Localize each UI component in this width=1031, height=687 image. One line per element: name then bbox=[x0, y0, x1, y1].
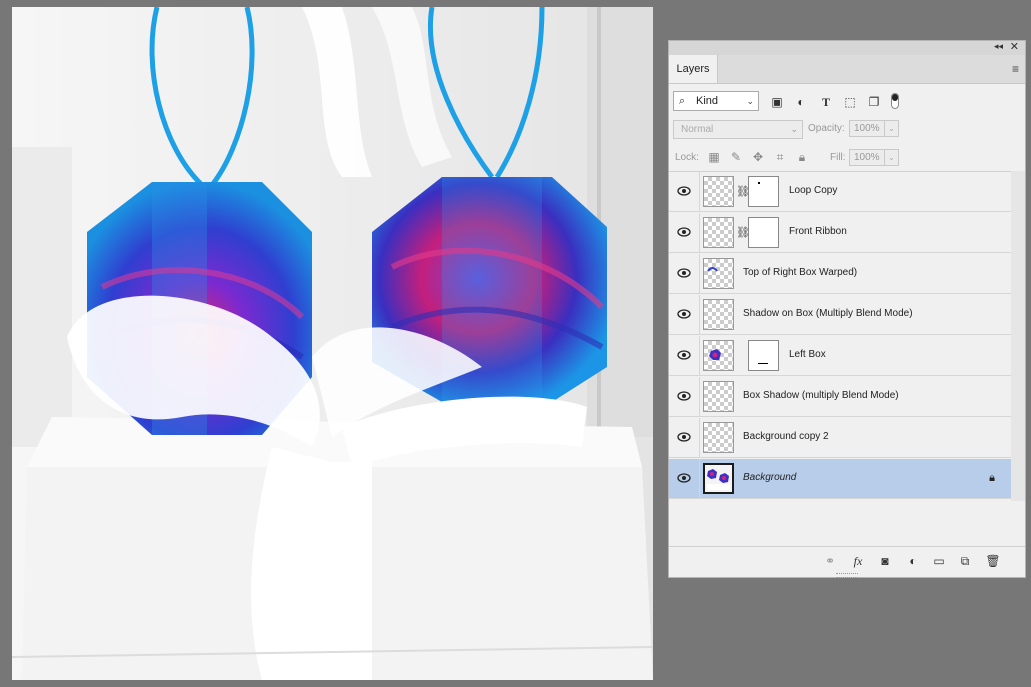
blend-mode-select[interactable]: Normal ⌄ bbox=[673, 120, 803, 139]
shape-filter-icon[interactable]: ⬚ bbox=[842, 95, 858, 109]
layer-thumbnail[interactable] bbox=[703, 258, 734, 289]
layer-row[interactable]: ⛓︎ Loop Copy bbox=[669, 172, 1011, 212]
blend-mode-value: Normal bbox=[681, 124, 714, 135]
layer-row-selected[interactable]: Background 🔒︎ bbox=[669, 459, 1011, 499]
layer-thumbnail[interactable] bbox=[703, 299, 734, 330]
layer-row[interactable]: ⛓︎ Front Ribbon bbox=[669, 213, 1011, 253]
add-mask-icon[interactable]: ◙ bbox=[877, 553, 893, 569]
opacity-input[interactable]: 100% bbox=[849, 120, 885, 137]
lock-transparent-icon[interactable]: ▦ bbox=[707, 150, 721, 164]
search-icon: ⌕ bbox=[679, 95, 686, 107]
filter-toggle[interactable] bbox=[891, 93, 899, 109]
divider bbox=[699, 377, 700, 417]
canvas-image bbox=[12, 7, 653, 680]
divider bbox=[699, 254, 700, 294]
lock-icon: 🔒︎ bbox=[989, 472, 995, 484]
layer-name: Box Shadow (multiply Blend Mode) bbox=[743, 390, 899, 401]
fill-chevron[interactable]: ⌄ bbox=[885, 149, 899, 166]
layers-panel: ◂◂ ✕ Layers ≡ ⌕ Kind ⌄ ▣ ◐ T ⬚ ❐ Normal … bbox=[668, 40, 1026, 578]
smart-object-filter-icon[interactable]: ❐ bbox=[866, 95, 882, 109]
layer-row[interactable]: Left Box bbox=[669, 336, 1011, 376]
divider bbox=[699, 172, 700, 212]
close-icon[interactable]: ✕ bbox=[1010, 40, 1019, 53]
visibility-eye-icon[interactable] bbox=[677, 307, 691, 321]
layer-name: Front Ribbon bbox=[789, 226, 847, 237]
panel-title-bar[interactable]: ◂◂ ✕ bbox=[669, 41, 1025, 56]
visibility-eye-icon[interactable] bbox=[677, 225, 691, 239]
type-filter-icon[interactable]: T bbox=[818, 95, 834, 109]
layer-thumbnail[interactable] bbox=[703, 422, 734, 453]
layer-thumbnail[interactable] bbox=[703, 176, 734, 207]
layer-thumbnail[interactable] bbox=[703, 340, 734, 371]
divider bbox=[699, 336, 700, 376]
layer-thumbnail[interactable] bbox=[703, 463, 734, 494]
layer-row[interactable]: Shadow on Box (Multiply Blend Mode) bbox=[669, 295, 1011, 335]
fill-label: Fill: bbox=[830, 152, 846, 163]
new-group-icon[interactable]: ▭ bbox=[931, 553, 947, 569]
layer-name: Background copy 2 bbox=[743, 431, 829, 442]
lock-image-icon[interactable]: ✎ bbox=[729, 150, 743, 164]
blend-row: Normal ⌄ Opacity: 100% ⌄ bbox=[669, 118, 1025, 140]
visibility-eye-icon[interactable] bbox=[677, 389, 691, 403]
visibility-eye-icon[interactable] bbox=[677, 184, 691, 198]
opacity-chevron[interactable]: ⌄ bbox=[885, 120, 899, 137]
layer-row[interactable]: Background copy 2 bbox=[669, 418, 1011, 458]
lock-label: Lock: bbox=[675, 152, 699, 163]
resize-grip[interactable] bbox=[836, 573, 858, 578]
divider bbox=[699, 459, 700, 499]
lock-all-icon[interactable]: 🔒︎ bbox=[795, 150, 809, 164]
visibility-eye-icon[interactable] bbox=[677, 266, 691, 280]
opacity-label: Opacity: bbox=[808, 123, 845, 134]
layer-list-scrollbar[interactable] bbox=[1011, 171, 1025, 501]
collapse-icon[interactable]: ◂◂ bbox=[994, 41, 1003, 52]
adjustment-filter-icon[interactable]: ◐ bbox=[793, 95, 809, 109]
layer-row[interactable]: Top of Right Box Warped) bbox=[669, 254, 1011, 294]
layer-filter-row: ⌕ Kind ⌄ ▣ ◐ T ⬚ ❐ bbox=[669, 87, 1025, 115]
new-layer-icon[interactable]: ⧉ bbox=[957, 553, 973, 569]
layer-mask-thumbnail[interactable] bbox=[748, 217, 779, 248]
panel-menu-icon[interactable]: ≡ bbox=[1012, 63, 1019, 75]
layer-name: Shadow on Box (Multiply Blend Mode) bbox=[743, 308, 913, 319]
layer-list: ⛓︎ Loop Copy ⛓︎ Front Ribbon Top of Righ… bbox=[669, 171, 1011, 502]
filter-kind-label: Kind bbox=[696, 95, 719, 107]
chevron-down-icon: ⌄ bbox=[790, 124, 798, 134]
layer-row[interactable]: Box Shadow (multiply Blend Mode) bbox=[669, 377, 1011, 417]
lock-row: Lock: ▦ ✎ ✥ ⌗ 🔒︎ Fill: 100% ⌄ bbox=[669, 147, 1025, 169]
layer-mask-thumbnail[interactable] bbox=[748, 340, 779, 371]
layers-footer: ⚭ fx ◙ ◐ ▭ ⧉ 🗑︎ bbox=[669, 546, 1025, 575]
visibility-eye-icon[interactable] bbox=[677, 471, 691, 485]
divider bbox=[699, 295, 700, 335]
chevron-down-icon: ⌄ bbox=[746, 96, 754, 106]
visibility-eye-icon[interactable] bbox=[677, 348, 691, 362]
divider bbox=[699, 418, 700, 458]
layer-thumbnail[interactable] bbox=[703, 381, 734, 412]
trash-icon[interactable]: 🗑︎ bbox=[985, 553, 1001, 569]
layer-name: Background bbox=[743, 472, 797, 483]
adjustment-layer-icon[interactable]: ◐ bbox=[905, 553, 921, 569]
layer-name: Loop Copy bbox=[789, 185, 838, 196]
fx-icon[interactable]: fx bbox=[850, 553, 866, 569]
layer-name: Left Box bbox=[789, 349, 826, 360]
lock-artboard-icon[interactable]: ⌗ bbox=[773, 150, 787, 164]
lock-position-icon[interactable]: ✥ bbox=[751, 150, 765, 164]
divider bbox=[699, 213, 700, 253]
filter-kind-select[interactable]: ⌕ Kind ⌄ bbox=[673, 91, 759, 111]
layer-name: Top of Right Box Warped) bbox=[743, 267, 858, 278]
link-layers-icon[interactable]: ⚭ bbox=[822, 553, 838, 569]
image-filter-icon[interactable]: ▣ bbox=[769, 95, 785, 109]
panel-tab-bar: Layers ≡ bbox=[669, 55, 1025, 84]
visibility-eye-icon[interactable] bbox=[677, 430, 691, 444]
layer-mask-thumbnail[interactable] bbox=[748, 176, 779, 207]
fill-input[interactable]: 100% bbox=[849, 149, 885, 166]
layer-thumbnail[interactable] bbox=[703, 217, 734, 248]
document-canvas[interactable] bbox=[12, 7, 653, 680]
tab-layers[interactable]: Layers bbox=[669, 55, 718, 83]
